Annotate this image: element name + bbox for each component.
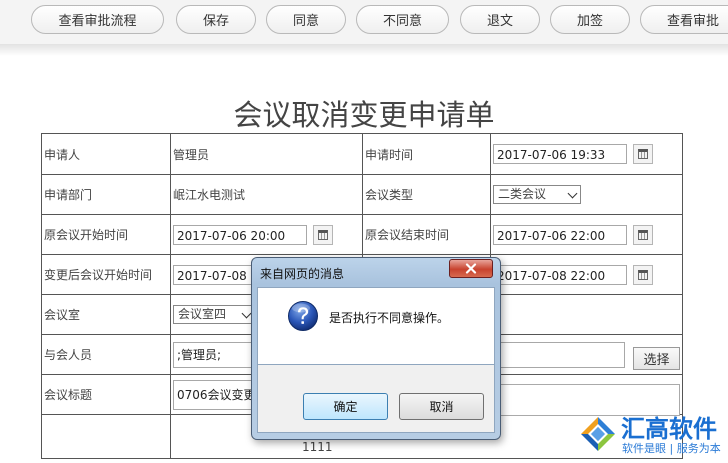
toolbar: 查看审批流程 保存 同意 不同意 退文 加签 查看审批 [0,0,728,46]
apply-time-input[interactable]: 2017-07-06 19:33 [493,144,627,164]
chevron-down-icon [567,188,578,199]
brand-logo-icon [581,417,615,451]
apply-time-label: 申请时间 [362,133,491,175]
room-label: 会议室 [41,294,171,335]
dept-value: 岷江水电测试 [170,174,363,215]
content-value[interactable]: 1111 [173,440,333,454]
calendar-icon[interactable] [633,264,653,285]
room-extra-cell-2 [490,294,683,335]
dialog-message: 是否执行不同意操作。 [329,311,450,325]
return-document-button[interactable]: 退文 [460,5,540,34]
calendar-icon[interactable] [633,144,653,164]
orig-start-input[interactable]: 2017-07-06 20:00 [173,224,307,245]
question-icon [288,301,318,331]
room-value: 会议室四 [178,307,227,321]
dialog-title: 来自网页的消息 [260,267,345,281]
save-button[interactable]: 保存 [176,5,256,34]
watermark-slogan: 软件是眼 | 服务为本 [622,442,721,455]
applicant-value: 管理员 [170,133,363,175]
orig-start-label: 原会议开始时间 [41,214,171,255]
cancel-button[interactable]: 取消 [399,393,484,420]
dialog-body: 是否执行不同意操作。 [257,287,495,365]
close-icon [465,263,477,274]
apply-time-cell: 2017-07-06 19:33 [490,133,683,175]
select-attendees-button[interactable]: 选择 [633,347,680,370]
toolbar-divider [0,44,728,56]
view-approval-button[interactable]: 查看审批 [640,5,728,34]
orig-end-input[interactable]: 2017-07-06 22:00 [493,224,627,245]
orig-start-cell: 2017-07-06 20:00 [170,214,363,255]
meeting-type-value: 二类会议 [498,187,547,201]
watermark: 汇高软件 软件是眼 | 服务为本 [576,406,728,463]
dept-label: 申请部门 [41,174,171,215]
watermark-brand: 汇高软件 [621,415,717,443]
new-end-cell: 2017-07-08 22:00 [490,254,683,295]
add-signer-button[interactable]: 加签 [550,5,630,34]
calendar-icon[interactable] [313,224,333,245]
subject-label: 会议标题 [41,374,171,415]
content-label [41,414,171,459]
page-title: 会议取消变更申请单 [233,98,495,132]
new-end-input[interactable]: 2017-07-08 22:00 [493,264,627,285]
attendees-label: 与会人员 [41,334,171,375]
meeting-type-label: 会议类型 [362,174,491,215]
room-select[interactable]: 会议室四 [173,305,255,324]
orig-end-label: 原会议结束时间 [362,214,491,255]
dialog-footer: 确定 取消 [257,365,495,433]
chevron-down-icon [241,308,252,319]
disagree-button[interactable]: 不同意 [356,5,449,34]
agree-button[interactable]: 同意 [266,5,346,34]
meeting-type-select[interactable]: 二类会议 [493,185,581,204]
view-approval-flow-button[interactable]: 查看审批流程 [31,5,164,34]
message-dialog: 来自网页的消息 是否执行不同意操作。 确定 取消 [251,257,501,440]
calendar-icon[interactable] [633,224,653,245]
orig-end-cell: 2017-07-06 22:00 [490,214,683,255]
new-start-label: 变更后会议开始时间 [41,254,171,295]
applicant-label: 申请人 [41,133,171,175]
meeting-type-cell: 二类会议 [490,174,683,215]
ok-button[interactable]: 确定 [303,393,388,420]
close-button[interactable] [449,259,493,278]
